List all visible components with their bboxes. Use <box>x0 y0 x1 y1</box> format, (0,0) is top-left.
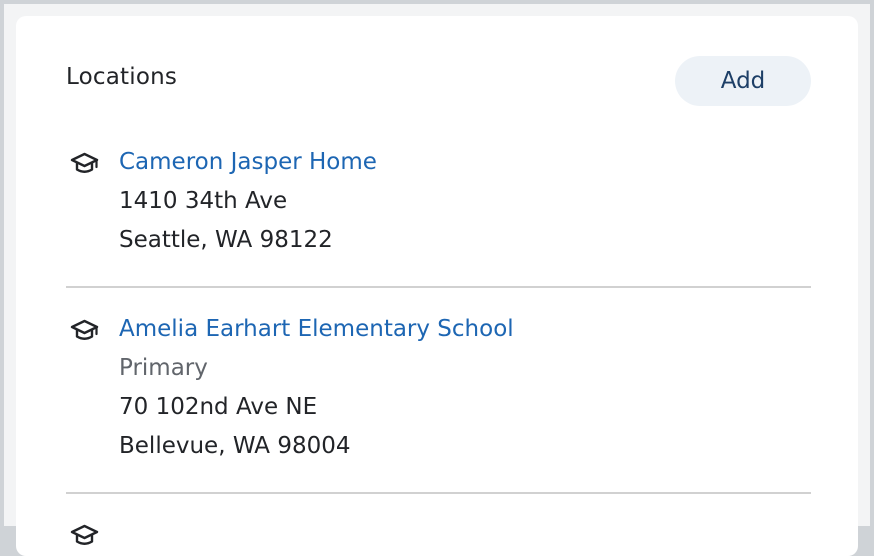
locations-card: Locations Add Cameron Jasper Home 1410 3… <box>16 16 858 556</box>
address-line-1: 1410 34th Ave <box>119 188 288 214</box>
location-item: Amelia Earhart Elementary School Primary… <box>66 316 811 486</box>
app-frame: Locations Add Cameron Jasper Home 1410 3… <box>0 0 874 556</box>
address-line-2: Seattle, WA 98122 <box>119 227 333 253</box>
divider <box>66 492 811 494</box>
graduation-cap-icon <box>69 318 100 342</box>
location-tag: Primary <box>119 355 208 381</box>
location-item-partial <box>66 521 811 556</box>
graduation-cap-icon <box>69 151 100 175</box>
location-item: Cameron Jasper Home 1410 34th Ave Seattl… <box>66 149 811 269</box>
address-line-2: Bellevue, WA 98004 <box>119 433 351 459</box>
location-name-link[interactable]: Cameron Jasper Home <box>119 149 377 175</box>
add-location-button[interactable]: Add <box>675 56 811 106</box>
location-name-link[interactable]: Amelia Earhart Elementary School <box>119 316 514 342</box>
divider <box>66 286 811 288</box>
address-line-1: 70 102nd Ave NE <box>119 394 318 420</box>
graduation-cap-icon <box>69 523 100 547</box>
card-title: Locations <box>66 64 178 90</box>
